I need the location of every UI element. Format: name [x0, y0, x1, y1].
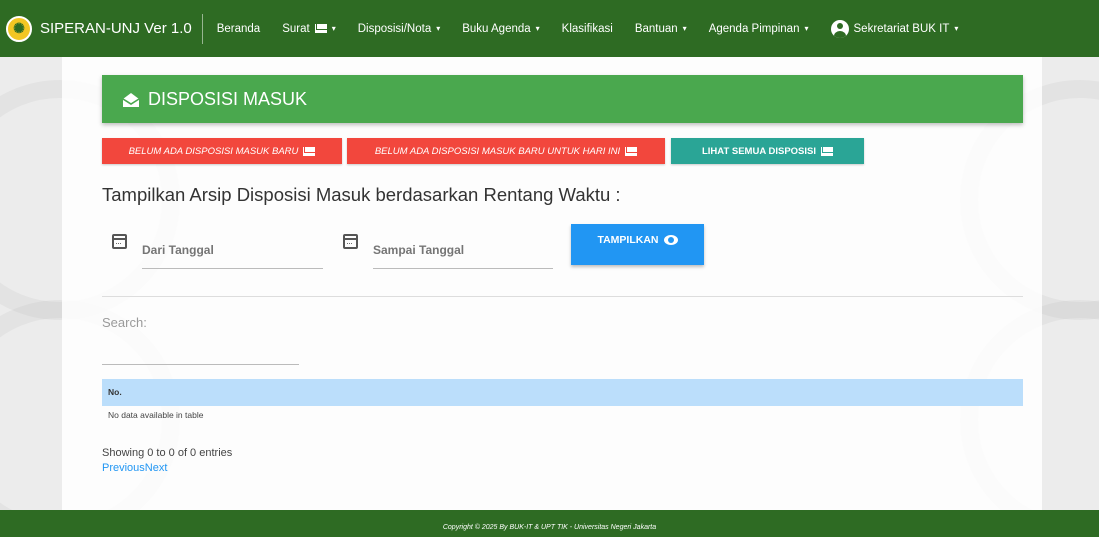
show-button[interactable]: TAMPILKAN [571, 224, 704, 265]
nav-disposisi-label: Disposisi/Nota [357, 22, 432, 35]
divider [102, 296, 1023, 297]
view-all-button[interactable]: LIHAT SEMUA DISPOSISI [671, 138, 864, 164]
new-disposition-button[interactable]: BELUM ADA DISPOSISI MASUK BARU [102, 138, 342, 164]
column-no[interactable]: No. [108, 387, 122, 397]
from-date-field [112, 229, 323, 269]
nav-disposisi-nota[interactable]: Disposisi/Nota ▾ [358, 23, 441, 35]
new-disposition-label: BELUM ADA DISPOSISI MASUK BARU [128, 145, 299, 157]
new-today-label: BELUM ADA DISPOSISI MASUK BARU UNTUK HAR… [374, 145, 621, 157]
copyright-text: Copyright © 2025 By BUK-IT & UPT TIK - U… [442, 524, 657, 531]
nav-bantuan-label: Bantuan [634, 22, 678, 35]
nav-user-menu[interactable]: Sekretariat BUK IT ▾ [830, 19, 959, 38]
nav-klasifikasi[interactable]: Klasifikasi [562, 23, 613, 35]
caret-down-icon: ▾ [331, 24, 336, 33]
mail-icon [625, 146, 638, 156]
caret-down-icon: ▾ [436, 24, 441, 33]
page-header: DISPOSISI MASUK [102, 75, 1023, 123]
to-date-input[interactable] [373, 239, 553, 269]
main-content: DISPOSISI MASUK BELUM ADA DISPOSISI MASU… [62, 57, 1042, 510]
view-all-label: LIHAT SEMUA DISPOSISI [701, 145, 816, 157]
nav-surat[interactable]: Surat ▾ [282, 23, 336, 35]
caret-down-icon: ▾ [954, 24, 959, 33]
app-brand[interactable]: SIPERAN-UNJ Ver 1.0 [40, 13, 203, 44]
mail-icon [314, 24, 327, 33]
nav-beranda[interactable]: Beranda [217, 23, 260, 35]
nav-surat-label: Surat [282, 22, 310, 35]
new-today-button[interactable]: BELUM ADA DISPOSISI MASUK BARU UNTUK HAR… [347, 138, 665, 164]
search-input[interactable] [102, 347, 299, 365]
caret-down-icon: ▾ [804, 24, 809, 33]
caret-down-icon: ▾ [682, 24, 687, 33]
pagination: PreviousNext [102, 462, 167, 474]
eye-icon [663, 235, 678, 245]
nav-buku-agenda-label: Buku Agenda [462, 22, 531, 35]
page-title: DISPOSISI MASUK [148, 88, 308, 109]
envelope-open-icon [122, 92, 140, 107]
user-account-icon [830, 19, 849, 38]
calendar-icon [343, 234, 358, 249]
next-link[interactable]: Next [145, 462, 168, 474]
show-button-label: TAMPILKAN [597, 234, 659, 246]
unj-logo[interactable]: ✺ [6, 15, 32, 42]
range-title: Tampilkan Arsip Disposisi Masuk berdasar… [102, 184, 621, 205]
footer: Copyright © 2025 By BUK-IT & UPT TIK - U… [0, 510, 1099, 537]
top-navbar: ✺ SIPERAN-UNJ Ver 1.0 Beranda Surat ▾ Di… [0, 0, 1099, 57]
nav-agenda-pimpinan[interactable]: Agenda Pimpinan ▾ [709, 23, 809, 35]
caret-down-icon: ▾ [535, 24, 540, 33]
user-name: Sekretariat BUK IT [853, 22, 950, 35]
previous-link[interactable]: Previous [102, 462, 145, 474]
mail-icon [821, 146, 833, 156]
table-header-row: No. [102, 379, 1023, 406]
mail-icon [303, 146, 316, 156]
nav-beranda-label: Beranda [216, 22, 261, 35]
search-label: Search: [102, 315, 147, 330]
to-date-field [343, 229, 553, 269]
from-date-input[interactable] [142, 239, 323, 269]
nav-agenda-pimpinan-label: Agenda Pimpinan [708, 22, 800, 35]
calendar-icon [112, 234, 127, 249]
table-empty-message: No data available in table [108, 410, 204, 420]
nav-bantuan[interactable]: Bantuan ▾ [635, 23, 687, 35]
nav-buku-agenda[interactable]: Buku Agenda ▾ [462, 23, 539, 35]
nav-klasifikasi-label: Klasifikasi [561, 22, 613, 35]
table-info: Showing 0 to 0 of 0 entries [102, 447, 233, 459]
